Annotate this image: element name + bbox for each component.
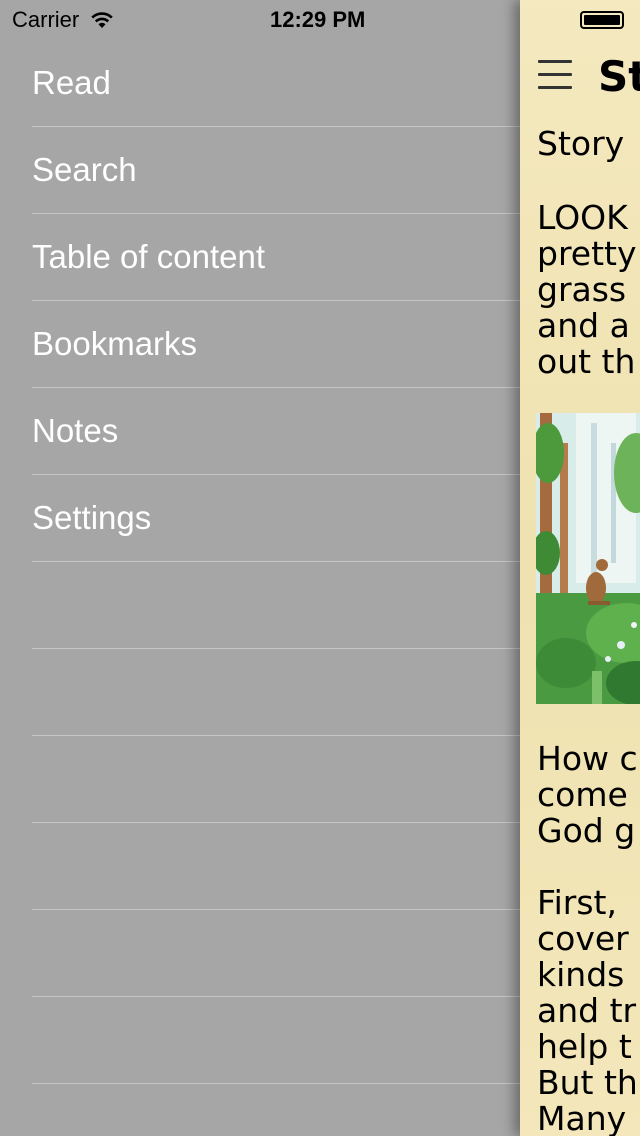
text-line: and tr — [537, 991, 637, 1030]
menu-item-read[interactable]: Read — [32, 40, 520, 127]
text-line: How c — [537, 739, 638, 778]
menu-item-bookmarks[interactable]: Bookmarks — [32, 301, 520, 388]
side-menu: Read Search Table of content Bookmarks N… — [0, 40, 520, 1084]
text-line: and a — [537, 306, 630, 345]
menu-item-settings[interactable]: Settings — [32, 475, 520, 562]
menu-empty-row — [32, 562, 520, 649]
menu-item-label: Table of content — [32, 238, 265, 275]
text-line: grass — [537, 270, 627, 309]
text-line: God g — [537, 811, 636, 850]
reader-page[interactable]: St Story LOOK pretty grass and a out th — [520, 0, 640, 1136]
menu-item-label: Notes — [32, 412, 119, 449]
wifi-icon — [89, 10, 115, 30]
menu-empty-row — [32, 997, 520, 1084]
story-paragraph-1: LOOK pretty grass and a out th — [537, 200, 637, 380]
story-subtitle: Story — [537, 124, 625, 163]
menu-item-label: Settings — [32, 499, 152, 536]
text-line: First, — [537, 883, 617, 922]
carrier-label: Carrier — [12, 7, 80, 32]
text-line: out th — [537, 342, 636, 381]
page-title: St — [598, 52, 640, 101]
menu-empty-row — [32, 736, 520, 823]
text-line: cover — [537, 919, 629, 958]
text-line: pretty — [537, 234, 637, 273]
hamburger-menu-icon[interactable] — [538, 60, 572, 90]
menu-item-label: Read — [32, 64, 111, 101]
text-line: LOOK — [537, 198, 628, 237]
status-time: 12:29 PM — [270, 7, 366, 32]
story-illustration — [536, 413, 640, 704]
battery-icon — [580, 11, 624, 29]
menu-item-label: Bookmarks — [32, 325, 198, 362]
menu-empty-row — [32, 910, 520, 997]
menu-item-search[interactable]: Search — [32, 127, 520, 214]
menu-item-notes[interactable]: Notes — [32, 388, 520, 475]
story-paragraph-2: How c come God g — [537, 741, 638, 849]
text-line: Many — [537, 1099, 627, 1136]
menu-empty-row — [32, 823, 520, 910]
menu-item-table-of-content[interactable]: Table of content — [32, 214, 520, 301]
menu-item-label: Search — [32, 151, 137, 188]
status-bar-left: Carrier — [12, 7, 115, 33]
text-line: But th — [537, 1063, 638, 1102]
text-line: kinds — [537, 955, 625, 994]
text-line: come — [537, 775, 628, 814]
text-line: help t — [537, 1027, 632, 1066]
screen: Carrier 12:29 PM Read Search Table of co… — [0, 0, 640, 1136]
story-paragraph-3: First, cover kinds and tr help t But th … — [537, 885, 638, 1136]
menu-empty-row — [32, 649, 520, 736]
